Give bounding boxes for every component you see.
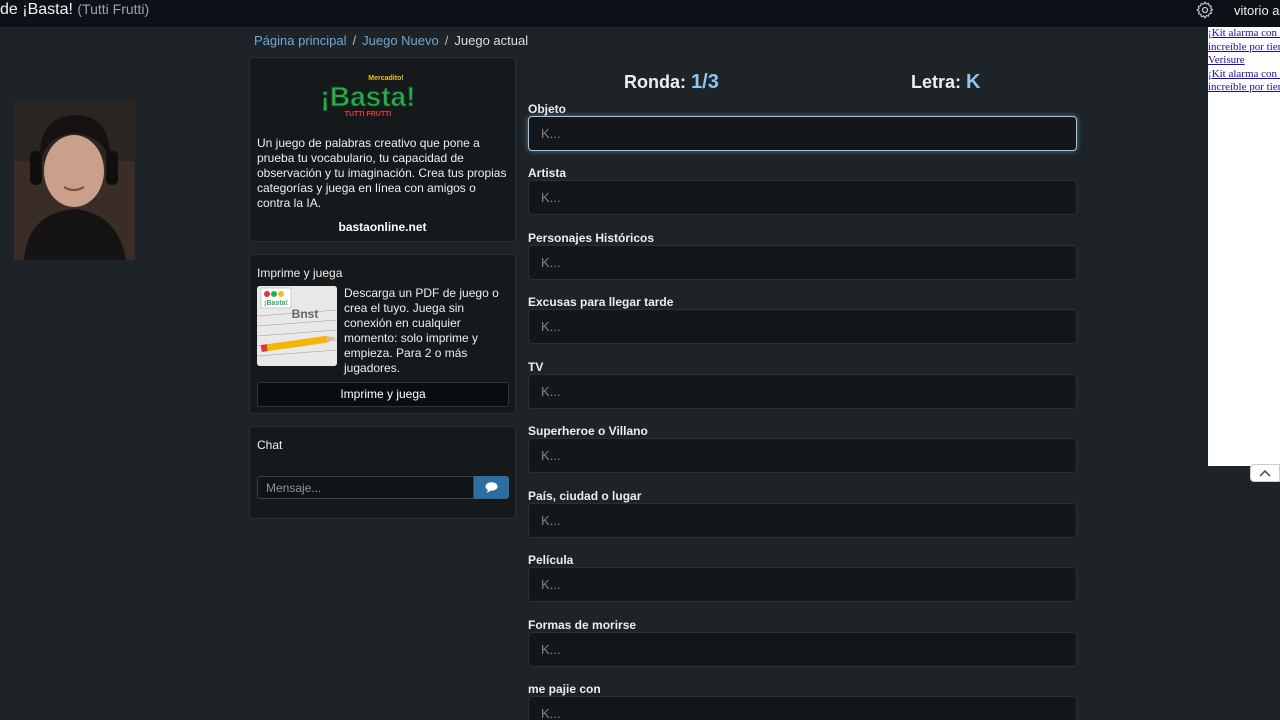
print-description: Descarga un PDF de juego o crea el tuyo.… <box>344 286 499 375</box>
round-label: Ronda: <box>624 72 686 92</box>
category-label: Artista <box>528 166 567 180</box>
breadcrumb-home[interactable]: Página principal <box>254 33 347 48</box>
category-label: Formas de morirse <box>528 618 637 632</box>
round-indicator: Ronda: 1/3 <box>624 71 719 94</box>
category-input[interactable] <box>528 438 1077 473</box>
ad-banner[interactable]: ¡Kit alarma con cámara Wi-Fi: ¡Precio in… <box>1208 27 1280 466</box>
category-input[interactable] <box>528 696 1077 720</box>
site-title-subtitle: (Tutti Frutti) <box>77 1 150 17</box>
category-label: TV <box>528 360 544 374</box>
ad-link[interactable]: ¡Kit alarma con cámara Wi-Fi: ¡Precio in… <box>1208 27 1280 54</box>
print-thumbnail[interactable]: ¡Basta! Bnst <box>257 286 337 366</box>
about-panel: Mercadito! ¡Basta! TUTTI FRUTTI Un juego… <box>249 57 516 242</box>
category-label: me pajie con <box>528 682 601 696</box>
top-navbar: de ¡Basta! (Tutti Frutti) vitorio ale <box>0 0 1280 28</box>
category-label: Personajes Históricos <box>528 231 655 245</box>
category-label: País, ciudad o lugar <box>528 489 642 503</box>
category-field-objeto: Objeto <box>528 102 1077 164</box>
category-label: Objeto <box>528 102 566 116</box>
svg-text:Bnst: Bnst <box>292 307 319 321</box>
category-input[interactable] <box>528 245 1077 280</box>
gear-icon[interactable] <box>1195 0 1215 20</box>
category-input[interactable] <box>528 180 1077 215</box>
letter-value: K <box>966 71 981 93</box>
breadcrumb-separator: / <box>444 33 449 48</box>
category-input[interactable] <box>528 309 1077 344</box>
category-field-excusas: Excusas para llegar tarde <box>528 295 1077 357</box>
logo-main-text: ¡Basta! <box>321 81 416 112</box>
chat-message-input[interactable] <box>257 476 474 499</box>
site-link[interactable]: bastaonline.net <box>250 220 515 234</box>
webcam-image <box>14 101 135 260</box>
print-panel-title: Imprime y juega <box>257 266 343 280</box>
category-field-tv: TV <box>528 360 1077 422</box>
breadcrumb-separator: / <box>352 33 357 48</box>
category-label: Superheroe o Villano <box>528 424 648 438</box>
ad-advertiser[interactable]: Verisure <box>1208 54 1280 68</box>
round-info: Ronda: 1/3 Letra: K <box>528 68 1077 98</box>
category-field-me-pajie-con: me pajie con <box>528 682 1077 720</box>
breadcrumb-current: Juego actual <box>454 33 529 48</box>
category-input[interactable] <box>528 632 1077 667</box>
print-panel: Imprime y juega ¡Basta! Bnst Descarga un… <box>249 254 516 414</box>
category-input[interactable] <box>528 567 1077 602</box>
category-input[interactable] <box>528 116 1077 151</box>
category-label: Excusas para llegar tarde <box>528 295 674 309</box>
logo-sub-text: TUTTI FRUTTI <box>345 111 392 118</box>
category-label: Película <box>528 553 574 567</box>
category-input[interactable] <box>528 503 1077 538</box>
site-title[interactable]: de ¡Basta! (Tutti Frutti) <box>0 1 149 19</box>
site-title-main: de ¡Basta! <box>0 1 73 18</box>
webcam-overlay <box>14 101 135 260</box>
round-value: 1/3 <box>691 71 719 93</box>
chat-title: Chat <box>257 438 283 452</box>
category-field-artista: Artista <box>528 166 1077 228</box>
ad-link[interactable]: ¡Kit alarma con cámara Wi-Fi: ¡Precio in… <box>1208 68 1280 95</box>
scroll-to-top-button[interactable] <box>1250 464 1280 482</box>
about-description: Un juego de palabras creativo que pone a… <box>257 136 507 210</box>
print-thumbnail-image: ¡Basta! Bnst <box>257 286 337 366</box>
category-field-superheroe: Superheroe o Villano <box>528 424 1077 486</box>
chat-panel: Chat <box>249 426 516 519</box>
category-input[interactable] <box>528 374 1077 409</box>
category-field-formas-de-morirse: Formas de morirse <box>528 618 1077 680</box>
basta-logo: Mercadito! ¡Basta! TUTTI FRUTTI <box>320 75 416 118</box>
user-menu[interactable]: vitorio ale <box>1234 3 1280 18</box>
chevron-up-icon <box>1259 469 1271 477</box>
letter-label: Letra: <box>911 72 962 92</box>
ad-text: ¡Kit alarma con cámara Wi-Fi: ¡Precio in… <box>1208 27 1280 95</box>
svg-text:¡Basta!: ¡Basta! <box>264 300 288 307</box>
speech-bubble-icon <box>485 482 498 493</box>
breadcrumb-new-game[interactable]: Juego Nuevo <box>362 33 439 48</box>
chat-send-button[interactable] <box>474 476 509 499</box>
category-field-pais: País, ciudad o lugar <box>528 489 1077 551</box>
category-field-pelicula: Película <box>528 553 1077 615</box>
category-field-personajes-historicos: Personajes Históricos <box>528 231 1077 293</box>
print-and-play-button[interactable]: Imprime y juega <box>257 382 509 407</box>
breadcrumb: Página principal / Juego Nuevo / Juego actua… <box>254 33 528 48</box>
letter-indicator: Letra: K <box>911 71 980 94</box>
